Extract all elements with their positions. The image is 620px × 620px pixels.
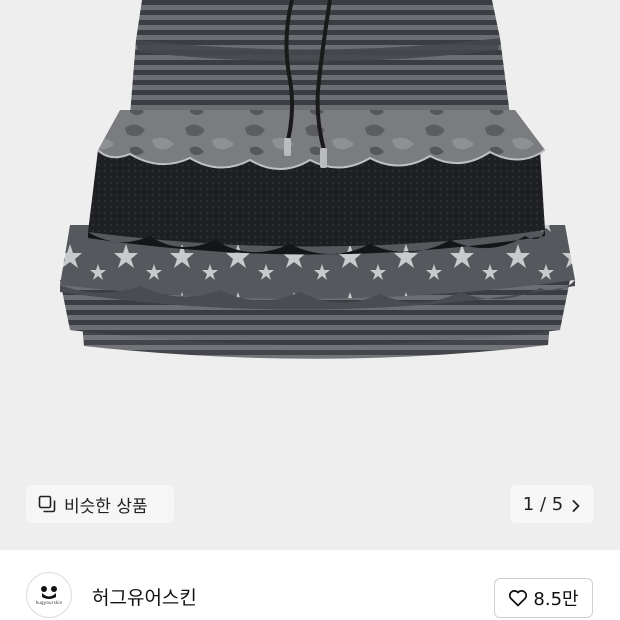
skirt-illustration — [60, 0, 575, 359]
heart-outline-icon — [508, 589, 528, 607]
chevron-right-icon — [571, 497, 581, 512]
like-count: 8.5만 — [533, 589, 579, 610]
shop-logo[interactable]: hugyourskin — [26, 572, 72, 618]
similar-products-label: 비슷한 상품 — [64, 496, 148, 517]
brand-mark-icon — [41, 586, 57, 599]
copy-icon — [38, 495, 56, 513]
similar-products-button[interactable]: 비슷한 상품 — [26, 485, 174, 523]
pager-text: 1 / 5 — [522, 493, 564, 515]
image-pager[interactable]: 1 / 5 — [510, 485, 594, 523]
product-image[interactable] — [0, 0, 620, 550]
shop-logo-text: hugyourskin — [35, 600, 63, 605]
shop-name[interactable]: 허그유어스킨 — [92, 583, 197, 610]
like-button[interactable]: 8.5만 — [494, 578, 593, 618]
